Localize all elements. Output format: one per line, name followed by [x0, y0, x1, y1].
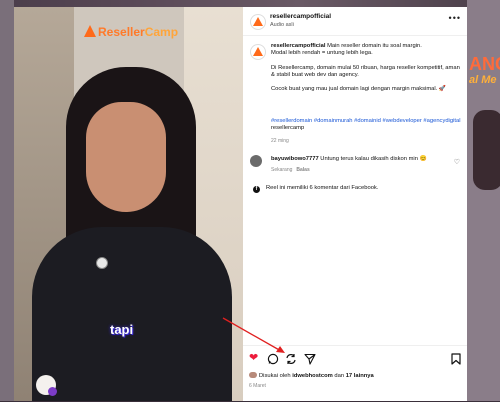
- video-caption: tapi: [110, 322, 134, 337]
- header-username[interactable]: resellercampofficial: [270, 13, 331, 20]
- video-pin: [96, 257, 108, 269]
- liked-mid: dan: [332, 373, 346, 379]
- comment-time: Sekarang: [271, 167, 293, 173]
- liked-avatars: [249, 372, 257, 378]
- post-header: resellercampofficial Audio asli •••: [243, 7, 467, 36]
- comment-item: bayuwibowo7777 Untung terus kalau dikasi…: [250, 155, 460, 175]
- post-username[interactable]: resellercampofficial: [271, 43, 325, 49]
- action-bar: ❤ Disukai oleh idwebhostcom dan 17 lainn…: [243, 345, 467, 402]
- liked-prefix: Disukai oleh: [259, 373, 293, 379]
- reel-video[interactable]: ResellerCamp tapi: [14, 7, 243, 401]
- post-mention[interactable]: resellercamp: [271, 125, 304, 131]
- backdrop-face: [473, 110, 500, 190]
- video-avatar-badge[interactable]: [36, 375, 57, 396]
- comment-icon[interactable]: [267, 353, 279, 365]
- more-icon[interactable]: •••: [449, 13, 461, 23]
- liked-by: Disukai oleh idwebhostcom dan 17 lainnya: [249, 372, 374, 379]
- post-body: Main reseller domain itu soal margin. Mo…: [271, 43, 460, 93]
- facebook-comments-note[interactable]: f Reel ini memiliki 6 komentar dari Faceb…: [253, 185, 378, 193]
- post-hashtags-line: #resellerdomain #domainmurah #domainid #…: [271, 118, 461, 132]
- post-date: 6 Maret: [249, 383, 266, 389]
- comment-body: Untung terus kalau dikasih diskon min 😊: [318, 156, 427, 162]
- comment-meta: Sekarang Balas: [271, 167, 310, 173]
- comment-reply-button[interactable]: Balas: [296, 167, 309, 173]
- post-panel: resellercampofficial Audio asli ••• rese…: [243, 7, 467, 401]
- video-person-shirt: [32, 227, 232, 401]
- comment-text: bayuwibowo7777 Untung terus kalau dikasi…: [271, 156, 427, 162]
- header-avatar[interactable]: [250, 14, 266, 30]
- post-hashtags[interactable]: #resellerdomain #domainmurah #domainid #…: [271, 118, 460, 124]
- brand-name-b: Camp: [144, 25, 179, 39]
- bookmark-icon[interactable]: [451, 353, 461, 365]
- backdrop-left: [0, 0, 14, 401]
- brand-mark-icon: [84, 25, 96, 37]
- video-person-face: [86, 102, 166, 212]
- backdrop-text-2: al Me: [469, 74, 497, 86]
- facebook-icon: f: [253, 186, 260, 193]
- brand-name-a: Reseller: [98, 25, 145, 39]
- header-audio[interactable]: Audio asli: [270, 22, 294, 28]
- backdrop-right: ANG al Me: [467, 0, 500, 401]
- comment-like-heart-icon[interactable]: ♡: [454, 158, 460, 166]
- post-time: 22 ming: [271, 138, 289, 144]
- comment-avatar[interactable]: [250, 155, 262, 167]
- repost-icon[interactable]: [285, 353, 297, 365]
- share-icon[interactable]: [304, 353, 316, 365]
- comment-username[interactable]: bayuwibowo7777: [271, 156, 319, 162]
- facebook-note-text: Reel ini memiliki 6 komentar dari Facebo…: [266, 185, 379, 191]
- heart-icon[interactable]: ❤: [249, 352, 258, 364]
- liked-by-user[interactable]: idwebhostcom: [292, 373, 333, 379]
- backdrop-text-1: ANG: [469, 54, 500, 74]
- video-brand-logo: ResellerCamp: [84, 25, 178, 39]
- post-avatar[interactable]: [250, 44, 266, 60]
- liked-others[interactable]: 17 lainnya: [346, 373, 374, 379]
- post-caption: resellercampofficial Main reseller domai…: [271, 43, 461, 93]
